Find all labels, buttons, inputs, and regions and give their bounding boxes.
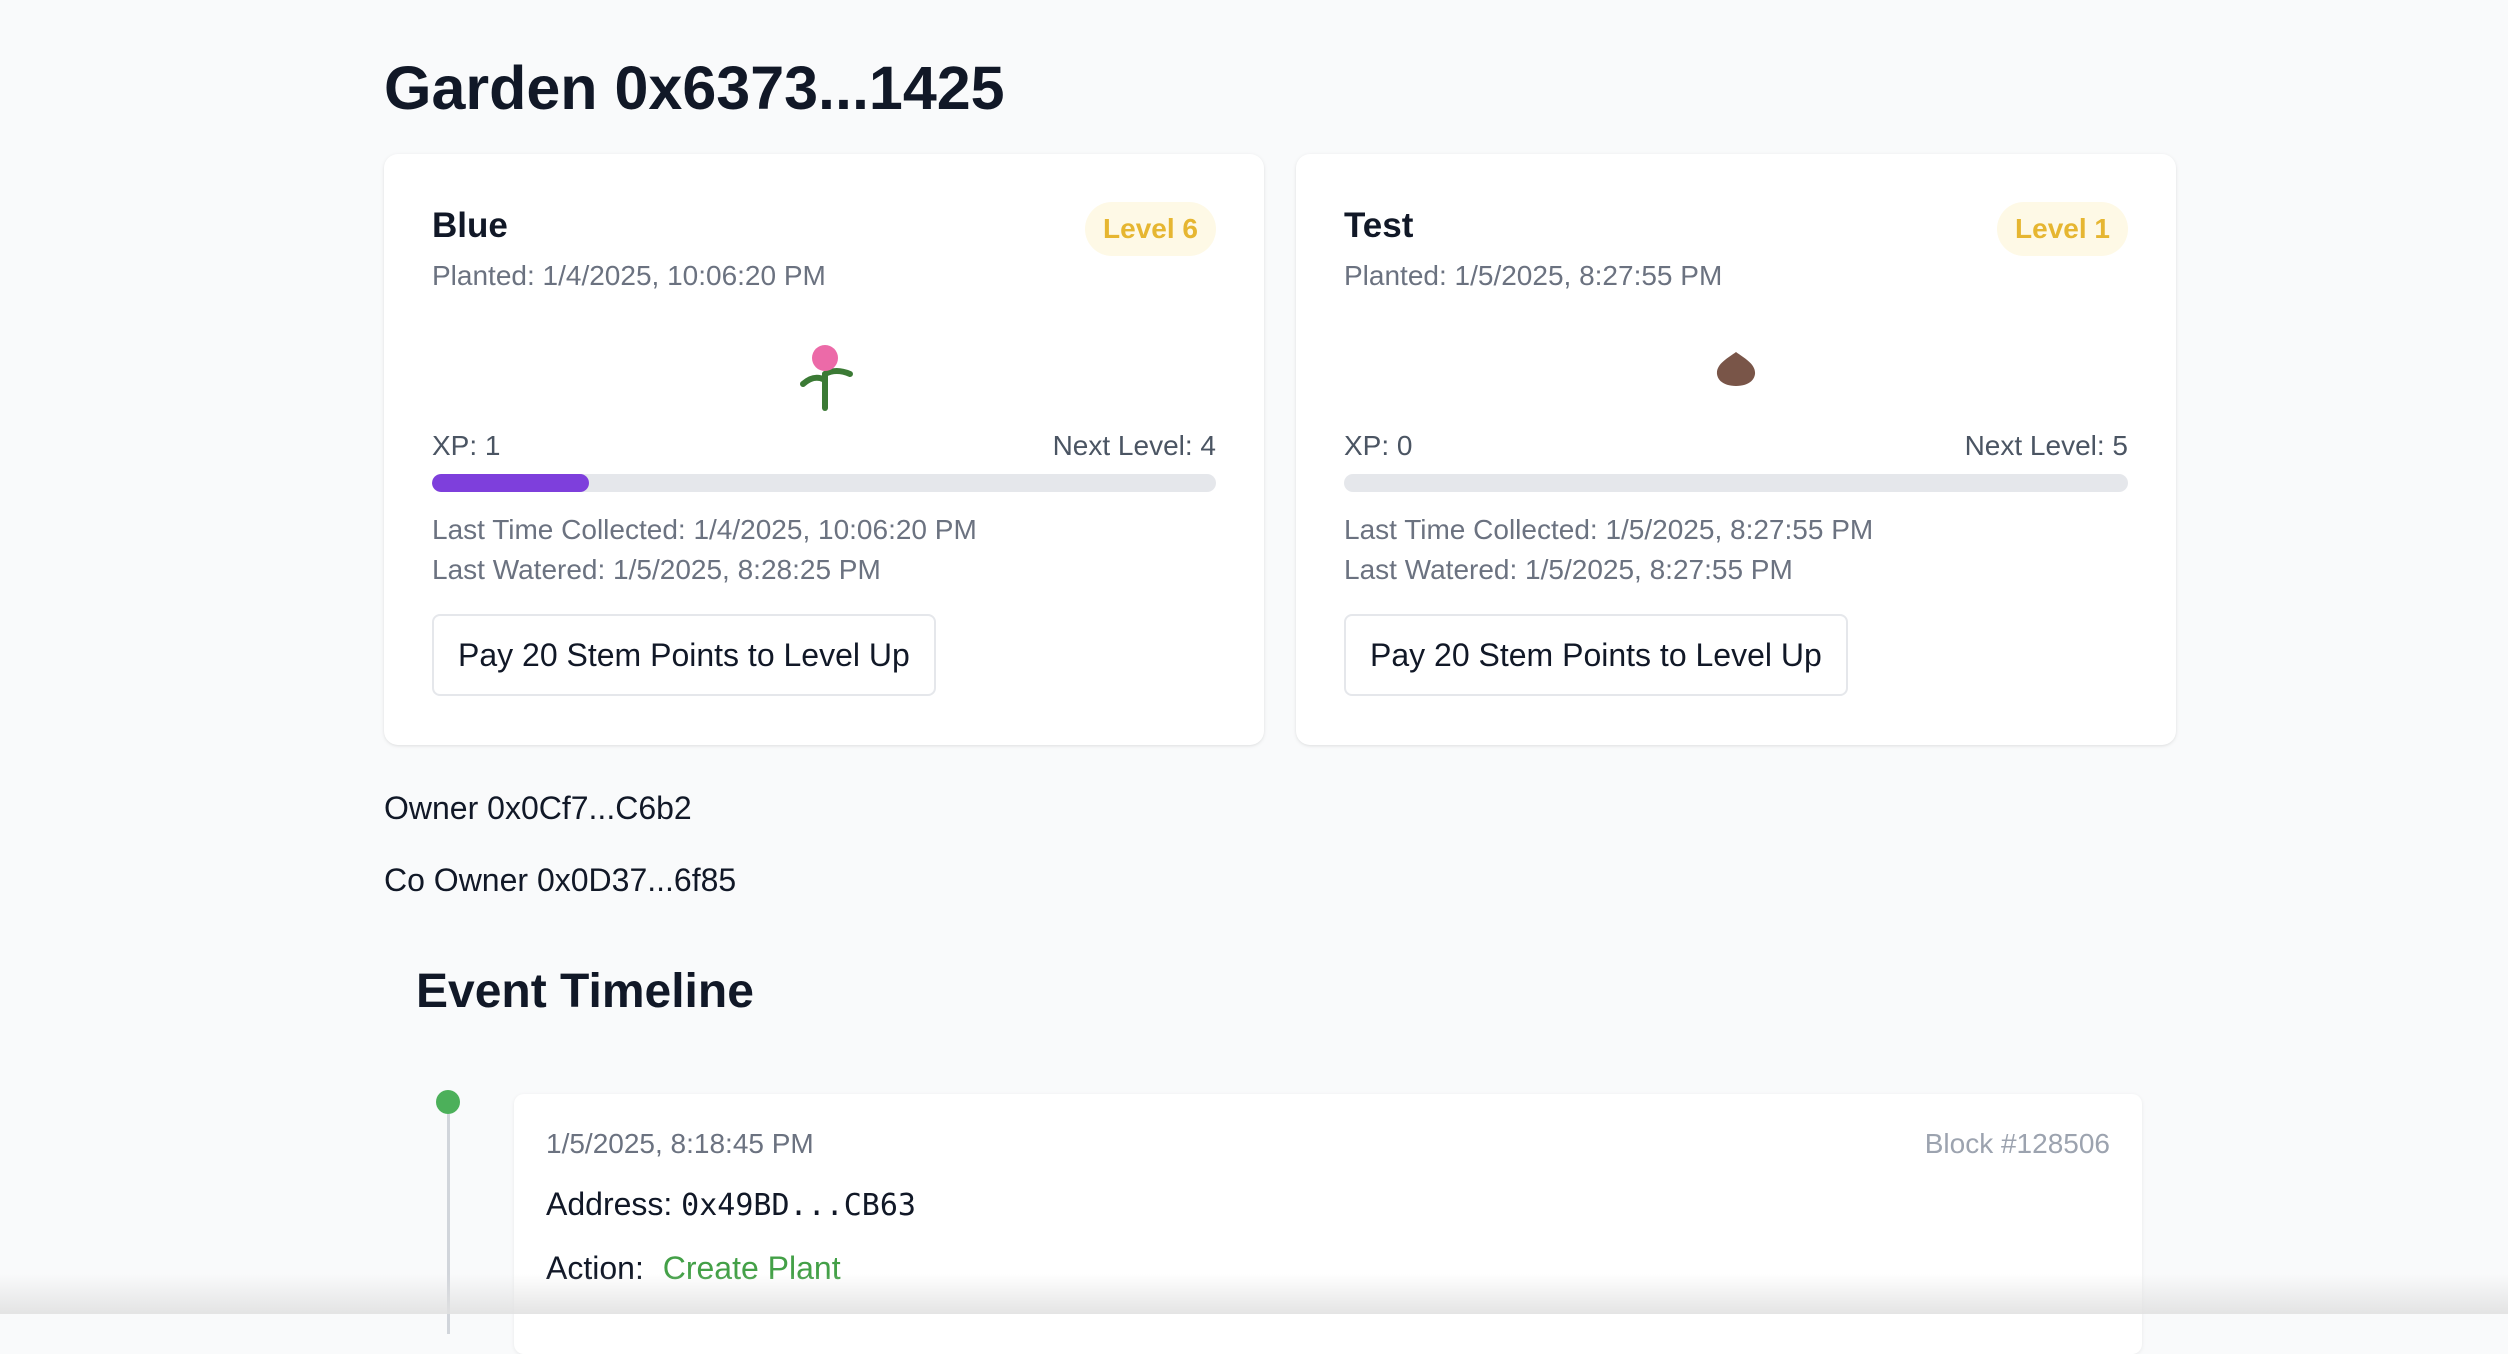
event-block-number: Block #128506	[1924, 1128, 2110, 1159]
planted-date: Planted: 1/5/2025, 8:27:55 PM	[1344, 260, 1723, 291]
seed-icon	[1686, 314, 1786, 414]
timeline-event-card: 1/5/2025, 8:18:45 PM Block #128506 Addre…	[514, 1094, 2142, 1354]
event-timestamp: 1/5/2025, 8:18:45 PM	[546, 1128, 814, 1159]
last-watered: Last Watered: 1/5/2025, 8:27:55 PM	[1344, 554, 1793, 585]
last-collected: Last Time Collected: 1/5/2025, 8:27:55 P…	[1344, 514, 1874, 545]
next-level-value: Next Level: 5	[1964, 430, 2128, 461]
xp-progress-bar	[432, 474, 1216, 492]
xp-value: XP: 0	[1344, 430, 1413, 461]
plant-card-blue: Blue Level 6 Planted: 1/4/2025, 10:06:20…	[384, 154, 1264, 745]
last-watered: Last Watered: 1/5/2025, 8:28:25 PM	[432, 554, 881, 585]
owner-address: Owner 0x0Cf7...C6b2	[384, 790, 692, 826]
xp-progress-fill	[432, 474, 589, 492]
plant-card-test: Test Level 1 Planted: 1/5/2025, 8:27:55 …	[1296, 154, 2176, 745]
last-collected: Last Time Collected: 1/4/2025, 10:06:20 …	[432, 514, 977, 545]
level-up-button[interactable]: Pay 20 Stem Points to Level Up	[1344, 614, 1848, 696]
xp-progress-bar	[1344, 474, 2128, 492]
timeline-title: Event Timeline	[416, 965, 754, 1018]
flower-icon	[774, 314, 874, 414]
timeline-dot	[436, 1090, 460, 1114]
event-address-row: Address: 0x49BD...CB63	[546, 1186, 916, 1223]
plant-name: Test	[1344, 206, 1414, 245]
co-owner-address: Co Owner 0x0D37...6f85	[384, 862, 737, 898]
page-title: Garden 0x6373...1425	[384, 54, 1005, 122]
level-badge: Level 1	[1997, 202, 2128, 256]
planted-date: Planted: 1/4/2025, 10:06:20 PM	[432, 260, 826, 291]
plant-name: Blue	[432, 206, 508, 245]
xp-value: XP: 1	[432, 430, 501, 461]
next-level-value: Next Level: 4	[1052, 430, 1216, 461]
event-address-label: Address:	[546, 1186, 673, 1222]
event-address: 0x49BD...CB63	[681, 1188, 916, 1223]
bottom-fade	[0, 1274, 2508, 1314]
level-up-button[interactable]: Pay 20 Stem Points to Level Up	[432, 614, 936, 696]
level-badge: Level 6	[1085, 202, 1216, 256]
